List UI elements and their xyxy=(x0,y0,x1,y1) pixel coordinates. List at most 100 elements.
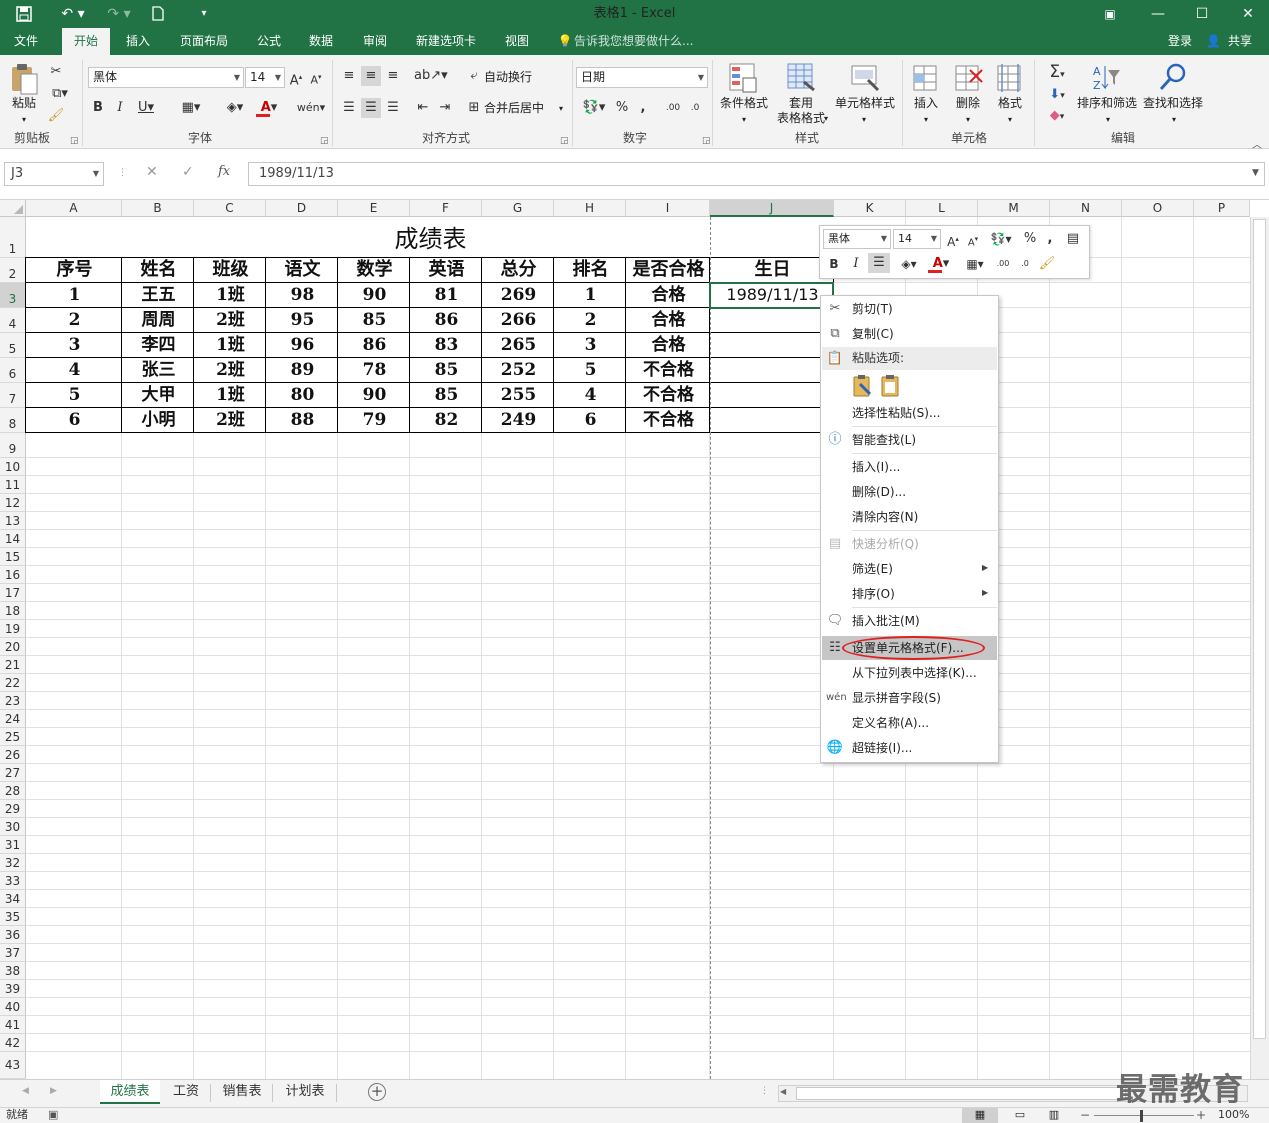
row-header-32[interactable]: 32 xyxy=(0,854,26,872)
column-header-b[interactable]: B xyxy=(122,200,194,217)
row-header-13[interactable]: 13 xyxy=(0,512,26,530)
number-format-combo[interactable]: 日期 ▼ xyxy=(576,67,708,88)
birthday-cell[interactable] xyxy=(711,333,834,357)
column-header-g[interactable]: G xyxy=(482,200,554,217)
sheet-tab-sales[interactable]: 销售表 xyxy=(212,1080,272,1104)
column-header-m[interactable]: M xyxy=(978,200,1050,217)
format-painter-icon[interactable]: 🖌 xyxy=(46,106,66,126)
orientation-icon[interactable]: ab↗▾ xyxy=(414,66,448,86)
delete-cells-icon[interactable] xyxy=(954,62,984,94)
row-header-41[interactable]: 41 xyxy=(0,1016,26,1034)
maximize-icon[interactable]: ☐ xyxy=(1190,3,1214,25)
accounting-format-icon[interactable]: 💱▾ xyxy=(578,98,610,118)
column-header-d[interactable]: D xyxy=(266,200,338,217)
header-cell[interactable]: 排名 xyxy=(555,258,626,282)
decrease-font-icon[interactable]: A▾ xyxy=(308,67,324,87)
row-header-19[interactable]: 19 xyxy=(0,620,26,638)
header-cell[interactable]: 序号 xyxy=(27,258,122,282)
mini-decrease-decimal-icon[interactable]: .0 xyxy=(1016,254,1034,274)
format-as-table-icon[interactable] xyxy=(786,62,816,94)
normal-view-icon[interactable]: ▦ xyxy=(962,1108,998,1123)
header-cell[interactable]: 是否合格 xyxy=(627,258,710,282)
clipboard-launcher-icon[interactable]: ◲ xyxy=(70,136,79,146)
header-cell[interactable]: 总分 xyxy=(483,258,554,282)
percent-style-icon[interactable]: % xyxy=(614,98,630,118)
customize-qat-icon[interactable]: ▾ xyxy=(196,3,212,25)
column-header-n[interactable]: N xyxy=(1050,200,1122,217)
fill-icon[interactable]: ⬇▾ xyxy=(1042,85,1072,105)
data-cell[interactable]: 255 xyxy=(483,383,554,407)
row-header-18[interactable]: 18 xyxy=(0,602,26,620)
menu-item-hyperlink[interactable]: 超链接(I)... xyxy=(852,737,912,759)
header-cell[interactable]: 语文 xyxy=(267,258,338,282)
sort-filter-button[interactable]: 排序和筛选 xyxy=(1076,96,1138,111)
row-header-34[interactable]: 34 xyxy=(0,890,26,908)
column-header-o[interactable]: O xyxy=(1122,200,1194,217)
column-header-j[interactable]: J xyxy=(710,200,834,217)
copy-icon[interactable]: ⧉▾ xyxy=(46,84,74,104)
mini-bold-icon[interactable]: B xyxy=(826,254,842,274)
data-cell[interactable]: 80 xyxy=(267,383,338,407)
mini-font-size-combo[interactable]: 14 ▼ xyxy=(893,229,941,249)
row-header-40[interactable]: 40 xyxy=(0,998,26,1016)
row-header-7[interactable]: 7 xyxy=(0,383,26,408)
find-select-button[interactable]: 查找和选择 xyxy=(1142,96,1204,111)
data-cell[interactable]: 252 xyxy=(483,358,554,382)
column-header-a[interactable]: A xyxy=(26,200,122,217)
menu-item-paste-special[interactable]: 选择性粘贴(S)... xyxy=(852,402,940,424)
page-break-view-icon[interactable]: ▥ xyxy=(1044,1108,1064,1122)
tab-insert[interactable]: 插入 xyxy=(116,28,160,55)
data-cell[interactable]: 81 xyxy=(411,283,482,307)
data-cell[interactable]: 合格 xyxy=(627,308,710,332)
sheet-tab-plan[interactable]: 计划表 xyxy=(274,1080,336,1104)
row-header-42[interactable]: 42 xyxy=(0,1034,26,1052)
row-header-20[interactable]: 20 xyxy=(0,638,26,656)
font-size-combo[interactable]: 14 ▼ xyxy=(245,67,285,88)
page-layout-view-icon[interactable]: ▭ xyxy=(1010,1108,1030,1122)
menu-item-insert[interactable]: 插入(I)... xyxy=(852,456,900,478)
formula-input[interactable]: 1989/11/13 xyxy=(248,162,1265,186)
format-as-table-label-1[interactable]: 套用 xyxy=(786,96,816,111)
conditional-format-icon[interactable] xyxy=(728,62,758,94)
row-header-33[interactable]: 33 xyxy=(0,872,26,890)
share-button[interactable]: 共享 xyxy=(1222,28,1258,55)
row-header-25[interactable]: 25 xyxy=(0,728,26,746)
increase-decimal-icon[interactable]: .00 xyxy=(664,98,682,118)
ribbon-display-icon[interactable]: ▣ xyxy=(1098,3,1122,25)
data-cell[interactable]: 85 xyxy=(411,358,482,382)
menu-item-show-phonetic[interactable]: 显示拼音字段(S) xyxy=(852,687,941,709)
row-header-3[interactable]: 3 xyxy=(0,283,26,308)
birthday-cell[interactable] xyxy=(711,358,834,382)
decrease-indent-icon[interactable]: ⇤ xyxy=(414,98,432,118)
mini-comma-icon[interactable]: , xyxy=(1044,229,1056,249)
row-header-30[interactable]: 30 xyxy=(0,818,26,836)
name-box[interactable]: J3 ▼ xyxy=(4,162,104,186)
conditional-format-dropdown-icon[interactable]: ▾ xyxy=(740,112,748,127)
cell-styles-icon[interactable] xyxy=(850,62,880,94)
mini-decrease-font-icon[interactable]: A▾ xyxy=(965,229,981,249)
align-center-icon[interactable]: ☰ xyxy=(361,98,381,118)
column-header-h[interactable]: H xyxy=(554,200,626,217)
wrap-text-icon[interactable]: ⤶ xyxy=(466,66,482,86)
align-middle-icon[interactable]: ≡ xyxy=(361,66,381,86)
row-header-26[interactable]: 26 xyxy=(0,746,26,764)
header-cell[interactable]: 英语 xyxy=(411,258,482,282)
data-cell[interactable]: 1班 xyxy=(195,383,266,407)
data-cell[interactable]: 85 xyxy=(411,383,482,407)
paste-icon[interactable] xyxy=(9,62,39,96)
tab-data[interactable]: 数据 xyxy=(300,28,342,55)
undo-icon[interactable]: ↶ ▾ xyxy=(56,3,90,25)
birthday-cell[interactable] xyxy=(711,383,834,407)
data-cell[interactable]: 大甲 xyxy=(123,383,194,407)
column-header-c[interactable]: C xyxy=(194,200,266,217)
row-header-24[interactable]: 24 xyxy=(0,710,26,728)
data-cell[interactable]: 2班 xyxy=(195,358,266,382)
scroll-left-icon[interactable]: ◀ xyxy=(780,1087,786,1096)
menu-item-smart-lookup[interactable]: 智能查找(L) xyxy=(852,429,916,451)
header-cell[interactable]: 班级 xyxy=(195,258,266,282)
birthday-cell[interactable] xyxy=(711,408,834,432)
row-header-5[interactable]: 5 xyxy=(0,333,26,358)
enter-icon[interactable]: ✓ xyxy=(182,164,198,180)
header-cell[interactable]: 数学 xyxy=(339,258,410,282)
row-header-37[interactable]: 37 xyxy=(0,944,26,962)
